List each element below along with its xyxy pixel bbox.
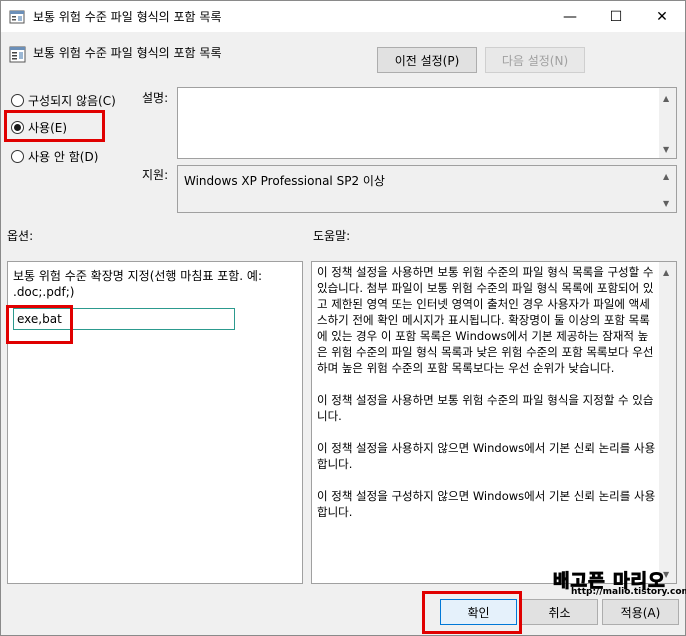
help-label: 도움말: (313, 229, 351, 243)
comment-label: 설명: (142, 91, 169, 105)
radio-label: 구성되지 않음(C) (28, 94, 116, 108)
apply-button[interactable]: 적용(A) (602, 599, 679, 625)
extensions-description: 보통 위험 수준 확장명 지정(선행 마침표 포함. 예: .doc;.pdf;… (13, 269, 263, 299)
close-button[interactable]: ✕ (639, 1, 685, 32)
scroll-up-icon[interactable]: ▲ (663, 268, 669, 277)
comment-scrollbar[interactable]: ▲ ▼ (659, 88, 676, 158)
maximize-icon: ☐ (609, 8, 623, 25)
help-paragraph: 이 정책 설정을 사용하지 않으면 Windows에서 기본 신뢰 논리를 사용… (317, 441, 656, 471)
radio-button[interactable] (11, 94, 24, 107)
close-icon: ✕ (656, 8, 668, 25)
policy-app-icon (9, 10, 25, 24)
help-paragraph: 이 정책 설정을 사용하면 보통 위험 수준의 파일 형식을 지정할 수 있습니… (317, 393, 654, 423)
previous-setting-button[interactable]: 이전 설정(P) (377, 47, 477, 73)
highlight-box-ok (422, 591, 522, 634)
help-text: 이 정책 설정을 사용하면 보통 위험 수준의 파일 형식 목록을 구성할 수 … (317, 264, 657, 536)
radio-disabled[interactable]: 사용 안 함(D) (11, 148, 98, 165)
highlight-box-input (6, 305, 73, 344)
scroll-down-icon[interactable]: ▼ (663, 199, 669, 208)
highlight-box-enabled (4, 110, 105, 142)
watermark: 배고픈 마리오 http://malio.tistory.com (549, 567, 686, 599)
comment-textarea[interactable]: ▲ ▼ (177, 87, 677, 159)
scroll-up-icon[interactable]: ▲ (663, 94, 669, 103)
policy-setting-icon (9, 46, 26, 63)
scroll-up-icon[interactable]: ▲ (663, 172, 669, 181)
radio-label: 사용 안 함(D) (28, 150, 99, 164)
supported-scrollbar[interactable]: ▲ ▼ (659, 166, 676, 212)
policy-dialog: 보통 위험 수준 파일 형식의 포함 목록 — ☐ ✕ 보통 위험 수준 파일 … (0, 0, 686, 636)
next-setting-button[interactable]: 다음 설정(N) (485, 47, 585, 73)
minimize-icon: — (563, 8, 577, 25)
maximize-button[interactable]: ☐ (593, 1, 639, 32)
supported-textbox: Windows XP Professional SP2 이상 ▲ ▼ (177, 165, 677, 213)
options-label: 옵션: (7, 229, 34, 243)
radio-not-configured[interactable]: 구성되지 않음(C) (11, 92, 116, 109)
help-paragraph: 이 정책 설정을 사용하면 보통 위험 수준의 파일 형식 목록을 구성할 수 … (317, 265, 654, 375)
title-bar: 보통 위험 수준 파일 형식의 포함 목록 — ☐ ✕ (1, 1, 685, 32)
supported-value: Windows XP Professional SP2 이상 (184, 174, 385, 188)
help-scrollbar[interactable]: ▲ ▼ (659, 262, 676, 583)
help-paragraph: 이 정책 설정을 구성하지 않으면 Windows에서 기본 신뢰 논리를 사용… (317, 489, 656, 519)
watermark-url: http://malio.tistory.com (571, 587, 686, 597)
help-panel: 이 정책 설정을 사용하면 보통 위험 수준의 파일 형식 목록을 구성할 수 … (311, 261, 677, 584)
radio-button[interactable] (11, 150, 24, 163)
policy-title: 보통 위험 수준 파일 형식의 포함 목록 (33, 46, 222, 60)
minimize-button[interactable]: — (547, 1, 593, 32)
supported-label: 지원: (142, 168, 169, 182)
scroll-down-icon[interactable]: ▼ (663, 145, 669, 154)
window-title: 보통 위험 수준 파일 형식의 포함 목록 (33, 10, 222, 24)
cancel-button[interactable]: 취소 (521, 599, 598, 625)
